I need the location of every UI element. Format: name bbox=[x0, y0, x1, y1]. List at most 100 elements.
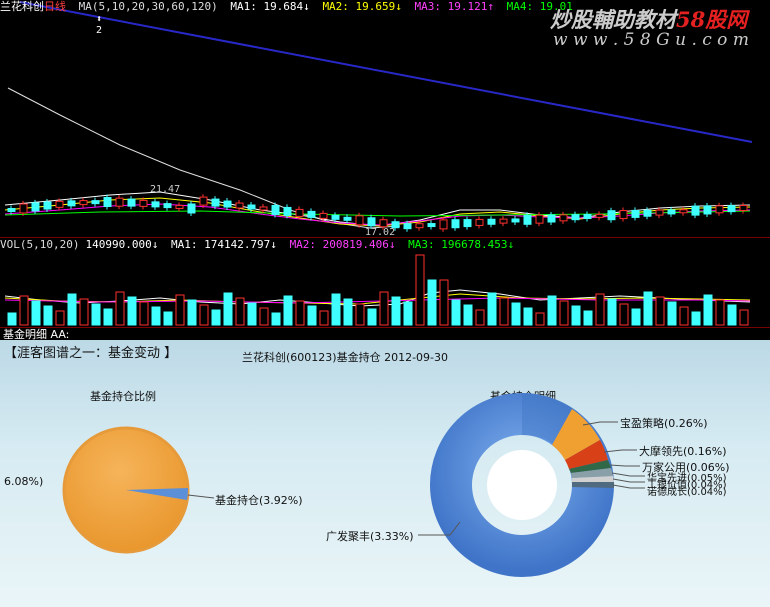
candle-body bbox=[235, 202, 244, 209]
candle-body bbox=[175, 204, 184, 209]
volume-bar bbox=[319, 310, 329, 326]
vol-ma3: MA3: 196678.453↓ bbox=[408, 238, 515, 251]
candle-body bbox=[211, 198, 220, 207]
volume-chart-panel[interactable]: VOL(5,10,20) 140990.000↓ MA1: 174142.797↓… bbox=[0, 237, 770, 328]
candle-body bbox=[415, 223, 424, 229]
volume-bar bbox=[463, 304, 473, 326]
candle-body bbox=[523, 214, 532, 225]
candle-body bbox=[55, 200, 64, 208]
volume-bar bbox=[379, 291, 389, 326]
candle-body bbox=[247, 204, 256, 210]
left-pie-label-fund: 基金持仓(3.92%) bbox=[215, 494, 303, 507]
leader-gongyin bbox=[612, 478, 645, 483]
ma1-line bbox=[4, 191, 751, 227]
volume-bar bbox=[295, 300, 305, 326]
candle-body bbox=[295, 208, 304, 217]
ma-params: MA(5,10,20,30,60,120) bbox=[78, 0, 218, 13]
kline-header: 兰花科创日线 MA(5,10,20,30,60,120) MA1: 19.684… bbox=[0, 0, 579, 14]
volume-bar bbox=[283, 295, 293, 326]
candle-body bbox=[487, 218, 496, 225]
candle-body bbox=[319, 212, 328, 219]
candle-body bbox=[679, 209, 688, 214]
leader-nuode bbox=[612, 484, 645, 489]
candle-body bbox=[655, 209, 664, 216]
candle-body bbox=[19, 203, 28, 214]
candle-body bbox=[103, 197, 112, 208]
volume-bar bbox=[655, 296, 665, 326]
volume-bar bbox=[427, 279, 437, 326]
volume-bar bbox=[67, 293, 77, 326]
volume-bar bbox=[175, 294, 185, 326]
candle-body bbox=[331, 214, 340, 220]
leader-wanjia bbox=[609, 464, 640, 467]
volume-bar bbox=[271, 312, 281, 326]
volume-bar bbox=[511, 302, 521, 326]
ma1-value: MA1: 19.684↓ bbox=[230, 0, 310, 13]
top-marker: ⬍ 2 bbox=[96, 14, 102, 36]
candle-body bbox=[139, 199, 148, 207]
volume-bar bbox=[163, 311, 173, 326]
volume-bar bbox=[331, 293, 341, 326]
volume-bar bbox=[595, 293, 605, 326]
candle-body bbox=[739, 205, 748, 211]
volume-header: VOL(5,10,20) 140990.000↓ MA1: 174142.797↓… bbox=[0, 238, 520, 252]
volume-bar bbox=[127, 296, 137, 326]
candle-body bbox=[223, 200, 232, 208]
volume-bar bbox=[139, 301, 149, 326]
candle-body bbox=[439, 219, 448, 230]
volume-bar bbox=[439, 279, 449, 326]
volume-bar bbox=[7, 312, 17, 326]
candle-body bbox=[91, 200, 100, 205]
volume-bar bbox=[103, 308, 113, 326]
volume-bar bbox=[727, 304, 737, 326]
volume-bar bbox=[451, 299, 461, 326]
volume-bar bbox=[355, 303, 365, 326]
low-price-label: 17.02 bbox=[365, 227, 396, 238]
volume-bar bbox=[43, 305, 53, 326]
fund-holding-panel: 【涯客图谱之一：基金变动 】 兰花科创(600123)基金持仓 2012-09-… bbox=[0, 340, 770, 607]
volume-bar bbox=[475, 309, 485, 326]
volume-bars bbox=[7, 254, 749, 326]
candle-body bbox=[199, 196, 208, 206]
volume-bar bbox=[703, 294, 713, 326]
volume-bar bbox=[487, 292, 497, 326]
volume-bar bbox=[583, 310, 593, 326]
volume-bar bbox=[547, 295, 557, 326]
candle-body bbox=[343, 216, 352, 221]
candle-body bbox=[151, 201, 160, 208]
leader-damo bbox=[603, 449, 637, 453]
candle-body bbox=[355, 215, 364, 226]
candle-body bbox=[307, 210, 316, 218]
volume-bar bbox=[115, 291, 125, 326]
candle-body bbox=[67, 200, 76, 207]
donut-label-baoying: 宝盈策略(0.26%) bbox=[620, 417, 708, 430]
volume-bar bbox=[667, 301, 677, 326]
candle-body bbox=[115, 197, 124, 207]
candle-body bbox=[379, 219, 388, 228]
high-price-label: 21.47 bbox=[150, 184, 181, 195]
volume-bar bbox=[739, 309, 749, 326]
vol-ma1: MA1: 174142.797↓ bbox=[170, 238, 277, 251]
watermark-title-text: 炒股輔助教材 bbox=[550, 7, 676, 32]
volume-bar bbox=[523, 307, 533, 326]
vol-ma2: MA2: 200819.406↓ bbox=[289, 238, 396, 251]
volume-bar bbox=[307, 305, 317, 326]
candle-body bbox=[79, 200, 88, 206]
candle-body bbox=[547, 214, 556, 223]
fund-detail-title: 基金明细 AA: bbox=[0, 327, 770, 341]
candle-body bbox=[463, 219, 472, 228]
candle-body bbox=[619, 210, 628, 220]
candle-body bbox=[283, 206, 292, 216]
candle-body bbox=[475, 218, 484, 226]
candle-body bbox=[643, 209, 652, 217]
volume-bar bbox=[559, 300, 569, 326]
volume-bar bbox=[211, 309, 221, 326]
volume-bar bbox=[415, 254, 425, 326]
volume-bar bbox=[187, 299, 197, 326]
candle-body bbox=[271, 204, 280, 215]
kline-chart-panel[interactable]: 兰花科创日线 MA(5,10,20,30,60,120) MA1: 19.684… bbox=[0, 0, 770, 238]
candle-body bbox=[511, 218, 520, 223]
volume-bar bbox=[247, 302, 257, 326]
volume-bar bbox=[55, 310, 65, 326]
period-label[interactable]: 日线 bbox=[44, 0, 66, 13]
